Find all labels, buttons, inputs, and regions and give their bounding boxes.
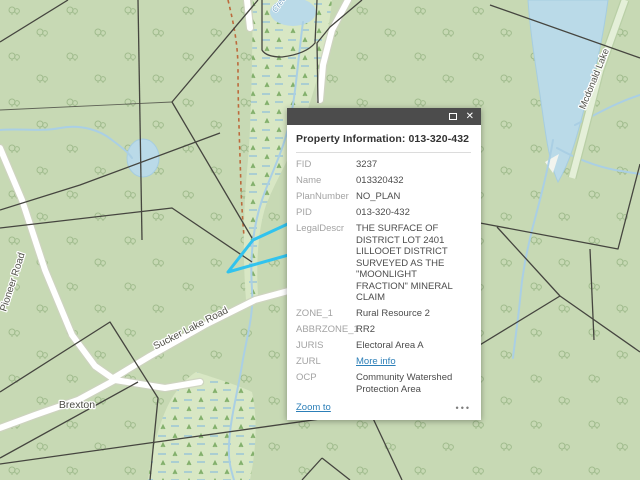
field-value: 013-320-432 (356, 207, 471, 219)
field-label: PlanNumber (296, 191, 356, 203)
zoom-to-link[interactable]: Zoom to (296, 402, 331, 413)
field-label: JURIS (296, 340, 356, 352)
more-info-link[interactable]: More info (356, 356, 396, 367)
field-value: 013320432 (356, 175, 471, 187)
attribute-table: FID 3237 Name 013320432 PlanNumber NO_PL… (296, 159, 471, 395)
field-label: PID (296, 207, 356, 219)
field-value: THE SURFACE OF DISTRICT LOT 2401 LILLOOE… (356, 223, 471, 304)
field-label: ABBRZONE_1 (296, 324, 356, 336)
field-value: Rural Resource 2 (356, 308, 471, 320)
table-row: OCP Community Watershed Protection Area (296, 372, 471, 395)
field-label: Name (296, 175, 356, 187)
field-value: NO_PLAN (356, 191, 471, 203)
popup-body: Property Information: 013-320-432 FID 32… (287, 125, 481, 420)
property-popup: ✕ Property Information: 013-320-432 FID … (287, 108, 481, 420)
field-value: Community Watershed Protection Area (356, 372, 471, 395)
field-value: RR2 (356, 324, 471, 336)
table-row: ZONE_1 Rural Resource 2 (296, 308, 471, 320)
field-label: ZONE_1 (296, 308, 356, 320)
table-row: FID 3237 (296, 159, 471, 171)
field-label: FID (296, 159, 356, 171)
popup-title: Property Information: 013-320-432 (296, 133, 471, 145)
field-label: ZURL (296, 356, 356, 368)
popup-footer: Zoom to ••• (296, 402, 471, 413)
field-value: 3237 (356, 159, 471, 171)
field-value: Electoral Area A (356, 340, 471, 352)
label-brexton: Brexton (59, 399, 95, 411)
maximize-icon[interactable] (449, 113, 457, 120)
more-options-button[interactable]: ••• (456, 405, 471, 411)
table-row: PID 013-320-432 (296, 207, 471, 219)
table-row: Name 013320432 (296, 175, 471, 187)
popup-titlebar[interactable]: ✕ (287, 108, 481, 125)
table-row: JURIS Electoral Area A (296, 340, 471, 352)
table-row: PlanNumber NO_PLAN (296, 191, 471, 203)
table-row: ZURL More info (296, 356, 471, 368)
table-row: LegalDescr THE SURFACE OF DISTRICT LOT 2… (296, 223, 471, 304)
map-application-window: Sucker Lake Road Brexton Pioneer Road Mc… (0, 0, 640, 480)
table-row: ABBRZONE_1 RR2 (296, 324, 471, 336)
close-icon[interactable]: ✕ (466, 112, 474, 122)
field-label: LegalDescr (296, 223, 356, 304)
divider (296, 152, 471, 153)
field-label: OCP (296, 372, 356, 395)
